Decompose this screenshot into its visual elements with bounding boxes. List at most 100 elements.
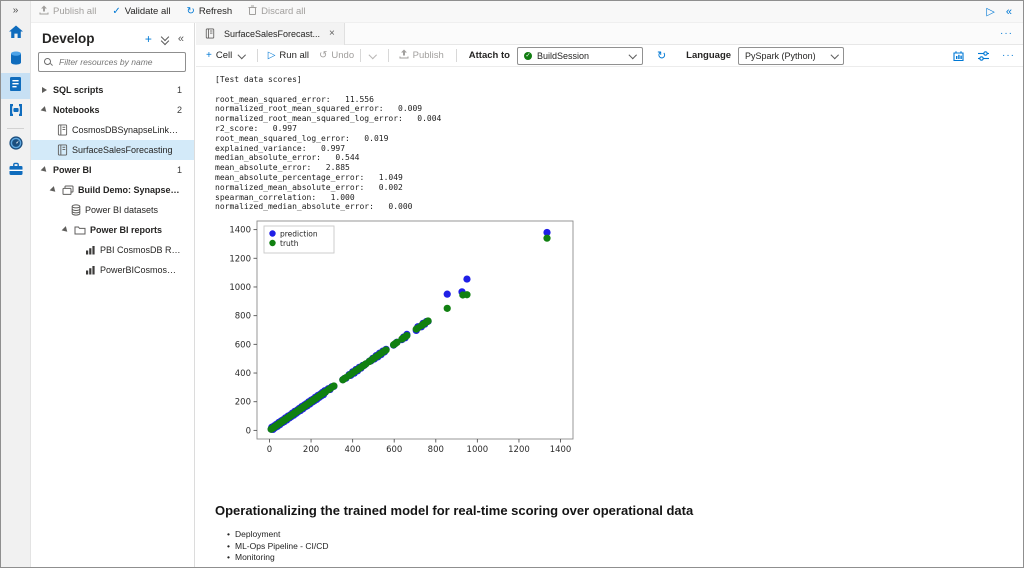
tree-item-label: Power BI: [53, 165, 92, 175]
tree-item-power-bi-reports[interactable]: Power BI reports: [30, 220, 194, 240]
develop-panel: Develop + « SQL scripts 1 Notebooks 2 Cosmos…: [30, 23, 195, 567]
refresh-session-icon[interactable]: ↻: [657, 49, 666, 62]
tree-item-label: Power BI datasets: [85, 205, 159, 215]
tree-item-build-demo-synapse-link-f[interactable]: Build Demo: Synapse Link f...: [30, 180, 194, 200]
play-icon[interactable]: ▷: [986, 5, 994, 18]
add-cell-button[interactable]: + Cell: [206, 50, 246, 61]
notebook-icon: [205, 28, 215, 39]
run-all-button[interactable]: ▷ Run all: [268, 50, 309, 61]
nav-integrate[interactable]: [1, 99, 30, 125]
add-resource-button[interactable]: +: [145, 32, 152, 46]
discard-all-button[interactable]: Discard all: [248, 5, 306, 18]
tree-item-label: Notebooks: [53, 105, 100, 115]
tree-item-powerbicosmosdb-b[interactable]: PowerBICosmosDB B...: [30, 260, 194, 280]
resource-tree: SQL scripts 1 Notebooks 2 CosmosDBSynapseLin…: [30, 80, 194, 280]
nav-develop[interactable]: [1, 73, 30, 99]
toolbar-separator: [455, 49, 457, 62]
validate-all-button[interactable]: ✓ Validate all: [112, 6, 170, 17]
tree-item-label: PowerBICosmosDB B...: [100, 265, 182, 275]
svg-text:1000: 1000: [229, 283, 251, 293]
expand-rail-icon[interactable]: »: [1, 1, 30, 21]
notebook-icon: [57, 144, 68, 156]
page-title: Develop: [42, 31, 95, 46]
run-icon: ▷: [267, 49, 276, 61]
svg-text:1200: 1200: [508, 445, 530, 455]
refresh-icon: ↻: [186, 5, 195, 17]
collapse-all-icon[interactable]: [160, 32, 170, 45]
undo-button[interactable]: ↺ Undo: [319, 49, 377, 62]
more-actions-ellipsis[interactable]: ···: [1002, 50, 1015, 61]
svg-text:800: 800: [428, 445, 444, 455]
chevron-collapsed-icon[interactable]: [42, 87, 47, 93]
svg-text:1400: 1400: [550, 445, 572, 455]
collapse-panel-icon[interactable]: «: [178, 33, 184, 45]
undo-label: Undo: [331, 50, 355, 61]
svg-text:1000: 1000: [467, 445, 489, 455]
notebook-toolbar: + Cell ▷ Run all ↺ Undo Publish Attach t…: [196, 45, 1023, 67]
svg-text:truth: truth: [280, 239, 299, 248]
chevron-down-icon: [629, 50, 638, 59]
variables-icon[interactable]: [952, 50, 965, 62]
nav-manage[interactable]: [1, 158, 30, 184]
svg-text:400: 400: [235, 369, 251, 379]
nav-monitor[interactable]: [1, 132, 30, 158]
publish-button[interactable]: Publish: [399, 49, 444, 62]
folder-icon: [74, 225, 86, 235]
app-toolbar: Publish all ✓ Validate all ↻ Refresh Dis…: [30, 1, 1023, 23]
tree-item-pbi-cosmosdb-retail[interactable]: PBI CosmosDB Retail ...: [30, 240, 194, 260]
tab-surfacesalesforecasting[interactable]: SurfaceSalesForecast... ×: [196, 22, 345, 45]
tree-item-cosmosdbsynapselink-reta[interactable]: CosmosDBSynapseLink_Reta...: [30, 120, 194, 140]
tab-close-icon[interactable]: ×: [329, 28, 335, 39]
svg-text:800: 800: [235, 312, 251, 322]
item-count-badge: 2: [176, 105, 182, 115]
attach-to-dropdown[interactable]: ✓ BuildSession: [516, 46, 643, 65]
tree-item-label: SQL scripts: [53, 85, 104, 95]
tab-bar: SurfaceSalesForecast... × ···: [196, 22, 1023, 45]
nav-home[interactable]: [1, 21, 30, 47]
tree-item-power-bi-datasets[interactable]: Power BI datasets: [30, 200, 194, 220]
chevron-expanded-icon[interactable]: [49, 186, 58, 194]
filter-input[interactable]: [57, 56, 180, 68]
run-all-label: Run all: [279, 50, 309, 61]
tree-item-notebooks[interactable]: Notebooks 2: [30, 100, 194, 120]
configure-session-icon[interactable]: [977, 50, 990, 62]
svg-text:200: 200: [303, 445, 319, 455]
refresh-button[interactable]: ↻ Refresh: [186, 6, 232, 17]
publish-all-button[interactable]: Publish all: [39, 5, 96, 18]
add-cell-label: Cell: [215, 50, 233, 61]
document-icon: [8, 76, 23, 97]
notebook-icon: [57, 124, 68, 136]
tree-item-label: PBI CosmosDB Retail ...: [100, 245, 182, 255]
more-tabs-ellipsis[interactable]: ···: [1000, 28, 1013, 39]
tree-item-surfacesalesforecasting[interactable]: SurfaceSalesForecasting: [30, 140, 194, 160]
language-dropdown[interactable]: PySpark (Python): [738, 46, 845, 65]
attach-to-label: Attach to: [468, 50, 510, 61]
develop-panel-header: Develop + «: [30, 23, 194, 52]
database-icon: [8, 50, 24, 71]
svg-text:0: 0: [267, 445, 272, 455]
svg-text:prediction: prediction: [280, 229, 318, 238]
tree-item-label: CosmosDBSynapseLink_Reta...: [72, 125, 182, 135]
check-icon: ✓: [112, 5, 121, 17]
chevron-expanded-icon[interactable]: [40, 106, 49, 114]
validate-all-label: Validate all: [124, 6, 171, 17]
chevron-down-icon[interactable]: [368, 50, 377, 59]
chevron-expanded-icon[interactable]: [61, 226, 70, 234]
scatter-plot: 0 200 400 600 800 1000 1200 1400 0 200 400 600 800 10…: [229, 220, 574, 455]
collapse-right-panel-icon[interactable]: «: [1006, 6, 1012, 18]
item-count-badge: 1: [176, 85, 182, 95]
tree-item-sql-scripts[interactable]: SQL scripts 1: [30, 80, 194, 100]
filter-box: [38, 52, 186, 72]
tree-item-power-bi[interactable]: Power BI 1: [30, 160, 194, 180]
report-icon: [85, 265, 96, 275]
nav-data[interactable]: [1, 47, 30, 73]
chevron-down-icon: [238, 50, 246, 59]
chevron-expanded-icon[interactable]: [40, 166, 49, 174]
svg-text:1400: 1400: [229, 226, 251, 236]
publish-icon: [39, 5, 49, 18]
svg-text:0: 0: [246, 426, 251, 436]
gauge-icon: [8, 135, 24, 156]
svg-text:600: 600: [386, 445, 402, 455]
pipeline-icon: [8, 103, 24, 122]
publish-all-label: Publish all: [53, 6, 97, 17]
